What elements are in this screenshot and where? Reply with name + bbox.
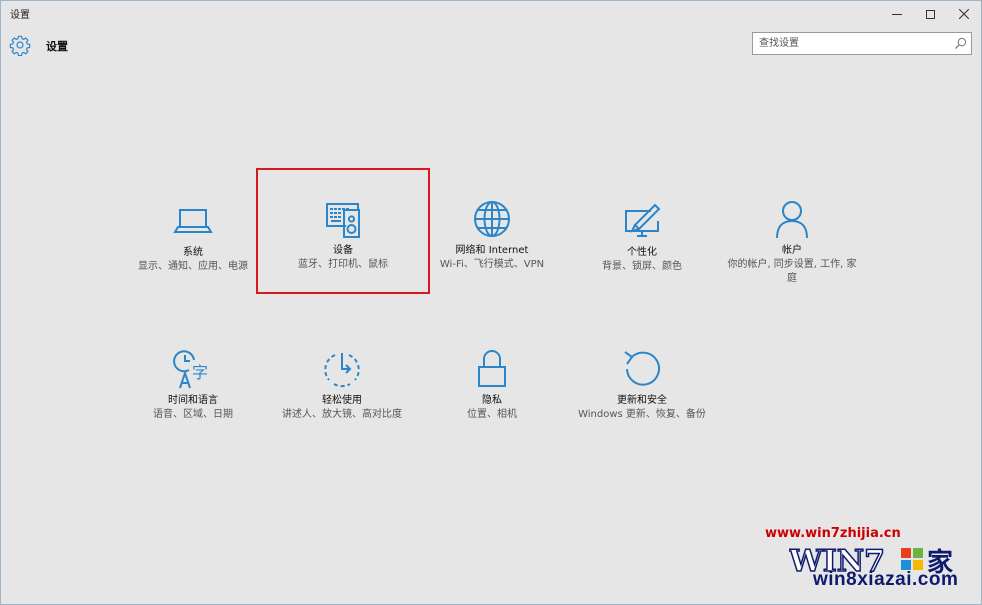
time-language-icon: 字: [173, 350, 208, 389]
tile-accounts-name: 帐户: [782, 245, 802, 256]
tile-network-desc: Wi-Fi、飞行模式、VPN: [439, 259, 545, 270]
search-icon[interactable]: [954, 37, 967, 50]
tile-system[interactable]: 系统 显示、通知、应用、电源: [123, 200, 263, 274]
tile-system-desc: 显示、通知、应用、电源: [138, 261, 248, 272]
tile-ease-of-access-desc: 讲述人、放大镜、高对比度: [282, 409, 402, 420]
search-box[interactable]: [752, 32, 972, 55]
paint-screen-icon: [625, 203, 661, 237]
tile-update-security[interactable]: 更新和安全 Windows 更新、恢复、备份: [572, 348, 712, 422]
tile-update-security-desc: Windows 更新、恢复、备份: [578, 409, 706, 420]
tile-system-name: 系统: [183, 247, 203, 258]
search-input[interactable]: [759, 35, 949, 52]
highlight-box: [256, 168, 430, 294]
gear-icon: [9, 35, 31, 56]
tile-network[interactable]: 网络和 Internet Wi-Fi、飞行模式、VPN: [422, 198, 562, 272]
tile-personalization-desc: 背景、锁屏、颜色: [602, 261, 682, 272]
tile-network-name: 网络和 Internet: [455, 245, 529, 256]
close-icon: [959, 9, 969, 19]
minimize-icon: [892, 13, 902, 15]
tile-time-language-name: 时间和语言: [168, 395, 218, 406]
laptop-icon: [173, 209, 213, 233]
svg-text:字: 字: [192, 363, 208, 382]
page-title: 设置: [46, 40, 68, 53]
tile-ease-of-access[interactable]: 轻松使用 讲述人、放大镜、高对比度: [272, 348, 412, 422]
globe-icon: [474, 201, 510, 237]
tile-time-language[interactable]: 字 时间和语言 语音、区域、日期: [123, 348, 263, 422]
tile-time-language-desc: 语音、区域、日期: [153, 409, 233, 420]
tile-privacy[interactable]: 隐私 位置、相机: [422, 348, 562, 422]
tile-accounts-desc: 你的帐户, 同步设置, 工作, 家庭: [727, 259, 857, 284]
watermark-url: www.win7zhijia.cn: [765, 526, 901, 541]
tile-ease-of-access-name: 轻松使用: [322, 395, 362, 406]
ease-of-access-icon: [324, 353, 360, 388]
person-icon: [776, 201, 808, 239]
tile-update-security-name: 更新和安全: [617, 395, 667, 406]
tile-privacy-desc: 位置、相机: [467, 409, 517, 420]
maximize-icon: [925, 9, 935, 19]
maximize-button[interactable]: [913, 1, 947, 27]
window-title: 设置: [10, 10, 30, 21]
lock-icon: [478, 350, 506, 387]
refresh-icon: [624, 351, 660, 386]
tile-accounts[interactable]: 帐户 你的帐户, 同步设置, 工作, 家庭: [722, 198, 862, 286]
minimize-button[interactable]: [880, 1, 914, 27]
tile-personalization-name: 个性化: [627, 247, 657, 258]
close-button[interactable]: [947, 1, 981, 27]
tile-personalization[interactable]: 个性化 背景、锁屏、颜色: [572, 200, 712, 274]
title-bar: 设置: [1, 1, 981, 27]
tile-privacy-name: 隐私: [482, 395, 502, 406]
watermark-site: win8xiazai.com: [813, 569, 959, 590]
